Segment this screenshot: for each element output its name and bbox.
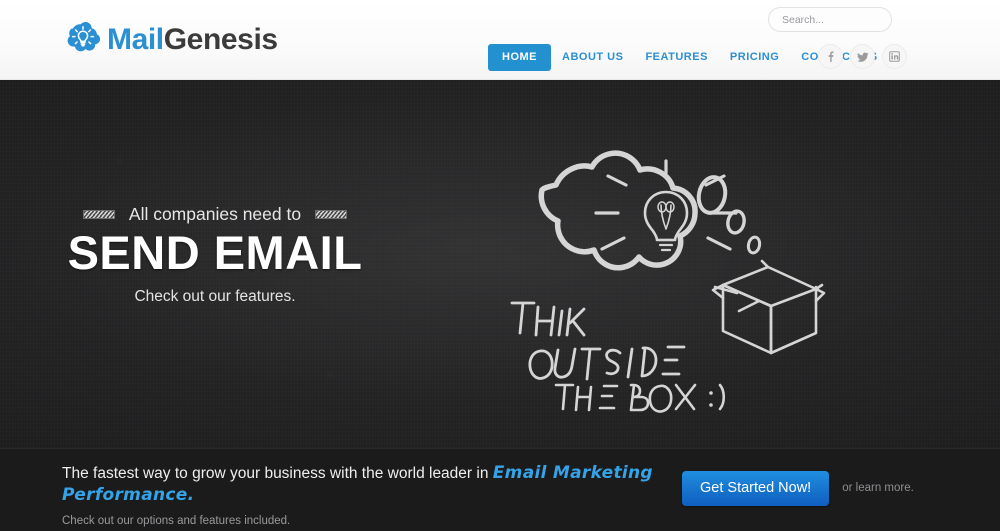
search-input[interactable] [768, 7, 892, 32]
bottom-bar-lead-plain: The fastest way to grow your business wi… [62, 465, 493, 482]
bottom-bar-text: The fastest way to grow your business wi… [62, 463, 662, 527]
site-header: MailGenesis HOME ABOUT US FEATURES PRICI… [0, 0, 1000, 80]
cloud-lightbulb-icon [62, 20, 104, 60]
nav-item-pricing[interactable]: PRICING [719, 44, 790, 71]
facebook-icon[interactable] [818, 44, 843, 69]
logo-word-mail: Mail [107, 23, 164, 56]
linkedin-icon[interactable] [882, 44, 907, 69]
learn-more-note[interactable]: or learn more. [842, 482, 914, 494]
site-logo[interactable]: MailGenesis [62, 18, 278, 62]
logo-wordmark: MailGenesis [107, 25, 278, 55]
logo-word-genesis: Genesis [163, 23, 278, 56]
hero-kicker-row: All companies need to [0, 204, 430, 225]
bottom-bar-subtext: Check out our options and features inclu… [62, 514, 291, 527]
get-started-button[interactable]: Get Started Now! [682, 471, 830, 506]
bottom-bar-lead: The fastest way to grow your business wi… [62, 463, 662, 507]
hero-subtitle: Check out our features. [134, 287, 296, 305]
twitter-icon[interactable] [850, 44, 875, 69]
hero-copy: All companies need to SEND EMAIL Check o… [0, 204, 430, 306]
cta-group: Get Started Now! or learn more. [682, 471, 914, 506]
nav-item-about-us[interactable]: ABOUT US [551, 44, 634, 71]
nav-item-home[interactable]: HOME [488, 43, 551, 71]
think-outside-the-box-chalk-drawing [478, 135, 828, 425]
hero-kicker: All companies need to [128, 204, 302, 224]
hero-section: All companies need to SEND EMAIL Check o… [0, 80, 1000, 448]
social-links [818, 44, 907, 69]
nav-item-features[interactable]: FEATURES [634, 44, 718, 71]
hatched-rule-right [315, 210, 348, 219]
page-root: MailGenesis HOME ABOUT US FEATURES PRICI… [0, 0, 1000, 531]
search-box[interactable] [768, 7, 892, 32]
hatched-rule-left [82, 210, 115, 219]
hero-title: SEND EMAIL [67, 226, 363, 279]
